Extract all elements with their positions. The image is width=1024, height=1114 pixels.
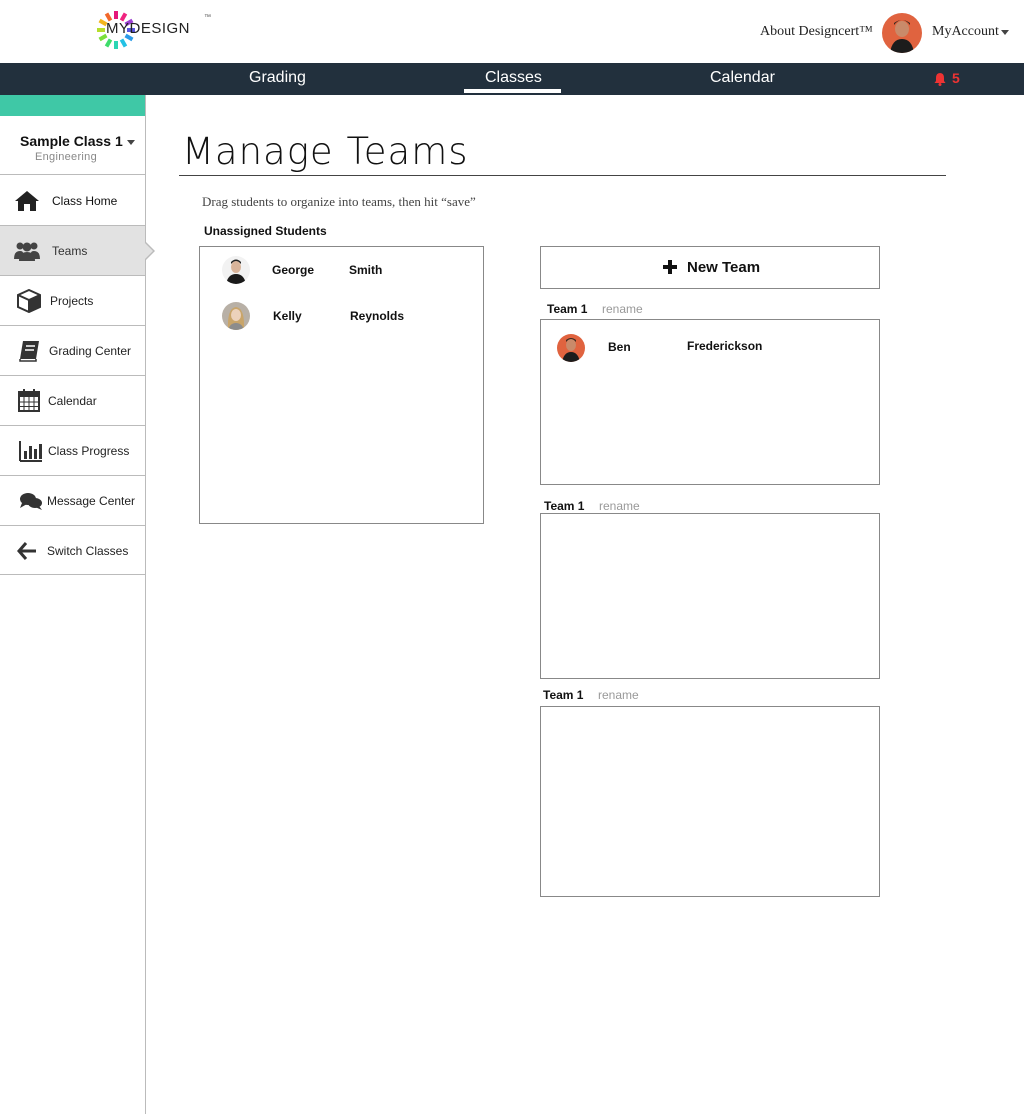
team-name: Team 1: [544, 499, 585, 513]
cube-icon: [17, 289, 41, 313]
unassigned-students-list[interactable]: George Smith Kelly Reynolds: [199, 246, 484, 524]
nav-calendar[interactable]: Calendar: [710, 69, 775, 87]
sidebar: Sample Class 1 Engineering Class Home Te…: [0, 95, 146, 1114]
my-account-menu[interactable]: MyAccount: [932, 24, 999, 40]
person-icon: [222, 302, 250, 330]
chevron-down-icon[interactable]: [127, 140, 135, 145]
sidebar-item-label: Teams: [52, 244, 88, 258]
user-avatar-icon: [882, 13, 922, 53]
home-icon: [15, 191, 39, 211]
sidebar-item-class-progress[interactable]: Class Progress: [0, 426, 145, 476]
student-card[interactable]: Ben Frederickson: [541, 330, 879, 366]
person-icon: [222, 256, 250, 284]
notification-count[interactable]: 5: [952, 70, 960, 86]
sidebar-item-switch-classes[interactable]: Switch Classes: [0, 526, 145, 575]
student-card[interactable]: George Smith: [200, 252, 483, 288]
chevron-down-icon[interactable]: [1001, 30, 1009, 35]
sidebar-item-grading-center[interactable]: Grading Center: [0, 326, 145, 376]
sidebar-item-label: Projects: [50, 294, 94, 308]
sidebar-item-message-center[interactable]: Message Center: [0, 476, 145, 526]
student-card[interactable]: Kelly Reynolds: [200, 298, 483, 334]
team-rename-link[interactable]: rename: [598, 688, 639, 702]
sidebar-accent-strip: [0, 95, 145, 116]
unassigned-students-label: Unassigned Students: [204, 224, 327, 238]
book-icon: [19, 341, 39, 362]
team-name: Team 1: [543, 688, 584, 702]
arrow-left-icon: [17, 542, 36, 560]
student-first-name: George: [272, 263, 315, 277]
bar-chart-icon: [19, 441, 42, 462]
new-team-button[interactable]: New Team: [540, 246, 880, 289]
team-drop-zone[interactable]: Ben Frederickson: [540, 319, 880, 485]
team-drop-zone[interactable]: [540, 513, 880, 679]
team-rename-link[interactable]: rename: [599, 499, 640, 513]
sidebar-item-label: Message Center: [47, 494, 136, 508]
nav-classes[interactable]: Classes: [485, 69, 542, 87]
team-drop-zone[interactable]: [540, 706, 880, 897]
class-name: Sample Class 1: [20, 133, 123, 149]
student-last-name: Frederickson: [687, 339, 763, 353]
sidebar-item-label: Calendar: [48, 394, 97, 408]
calendar-icon: [18, 389, 40, 412]
top-header: MYDESIGN ™ About Designcert™ MyAccount: [0, 0, 1024, 63]
student-avatar: [557, 334, 585, 362]
sidebar-item-teams[interactable]: Teams: [0, 226, 145, 276]
student-avatar: [222, 256, 250, 284]
users-icon: [14, 242, 40, 261]
student-avatar: [222, 302, 250, 330]
logo-text: MYDESIGN: [106, 20, 191, 37]
nav-grading[interactable]: Grading: [249, 69, 306, 87]
about-link[interactable]: About Designcert™: [760, 24, 873, 40]
sidebar-item-label: Class Progress: [48, 444, 130, 458]
new-team-label: New Team: [687, 259, 761, 276]
person-icon: [557, 334, 585, 362]
team-rename-link[interactable]: rename: [602, 302, 643, 316]
sidebar-item-label: Grading Center: [49, 344, 132, 358]
chat-icon: [20, 493, 42, 510]
plus-icon: [663, 260, 677, 274]
bell-icon[interactable]: [933, 72, 947, 86]
sidebar-item-label: Switch Classes: [47, 544, 129, 558]
sidebar-item-projects[interactable]: Projects: [0, 276, 145, 326]
instructions-text: Drag students to organize into teams, th…: [202, 194, 476, 209]
student-first-name: Ben: [608, 340, 631, 354]
page-title: Manage Teams: [182, 130, 469, 173]
student-first-name: Kelly: [273, 309, 302, 323]
student-last-name: Reynolds: [350, 309, 405, 323]
student-last-name: Smith: [349, 263, 383, 277]
sidebar-item-label: Class Home: [52, 194, 118, 208]
nav-active-indicator: [464, 89, 561, 93]
team-name: Team 1: [547, 302, 588, 316]
active-pointer: [145, 243, 153, 259]
class-subject: Engineering: [35, 151, 98, 163]
title-divider: [179, 175, 946, 176]
sidebar-item-class-home[interactable]: Class Home: [0, 176, 145, 226]
class-selector[interactable]: Sample Class 1 Engineering: [0, 116, 145, 175]
sidebar-item-calendar[interactable]: Calendar: [0, 376, 145, 426]
user-avatar[interactable]: [882, 13, 922, 53]
logo-trademark: ™: [204, 14, 211, 21]
